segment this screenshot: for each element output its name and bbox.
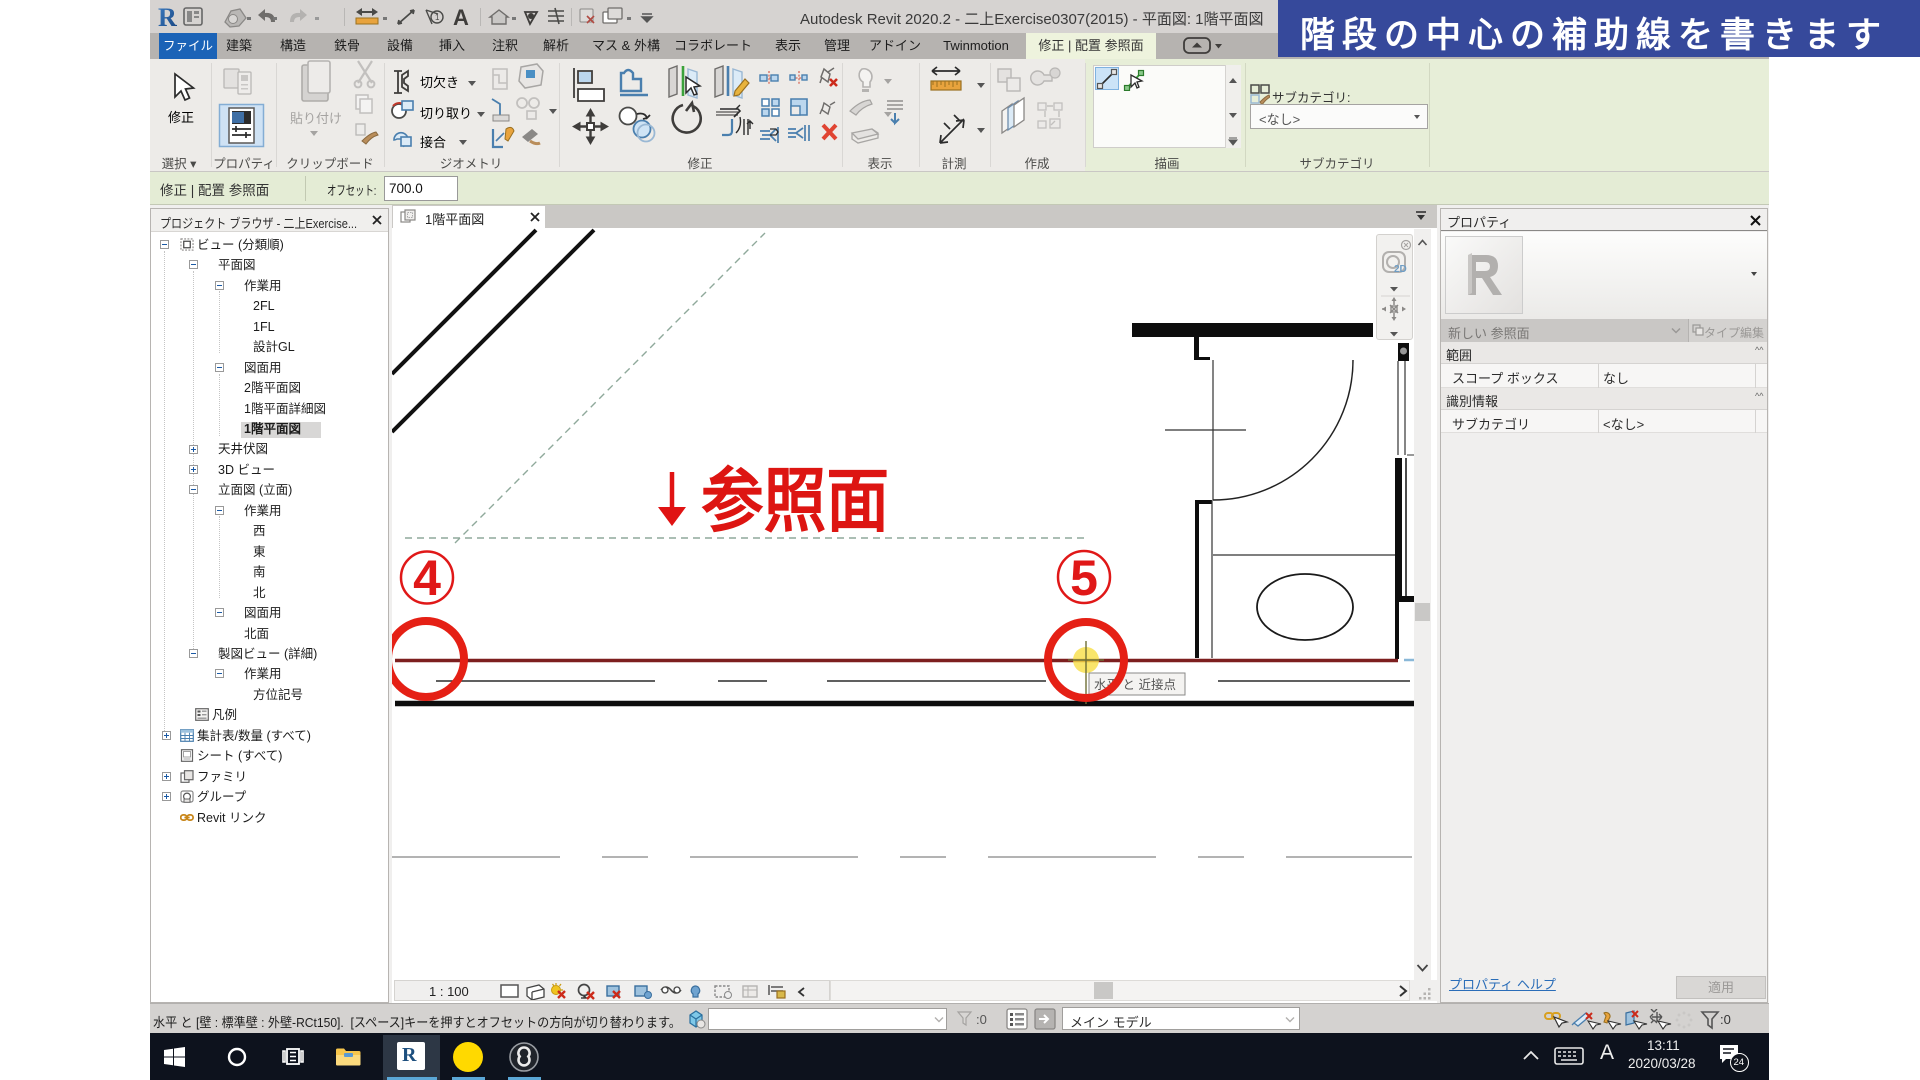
svg-text:参照面: 参照面 bbox=[701, 462, 889, 540]
svg-text:R: R bbox=[158, 3, 177, 32]
svg-text:接合: 接合 bbox=[420, 135, 446, 150]
svg-text:A: A bbox=[453, 5, 469, 30]
svg-text:5: 5 bbox=[1070, 550, 1098, 606]
svg-text:2D: 2D bbox=[1394, 264, 1407, 275]
svg-text:1: 1 bbox=[435, 13, 440, 22]
svg-text:4: 4 bbox=[413, 550, 441, 606]
svg-text:貼り付け: 貼り付け bbox=[290, 111, 342, 126]
svg-text:切り取り: 切り取り bbox=[420, 106, 472, 121]
svg-text:切欠き: 切欠き bbox=[420, 75, 459, 90]
svg-text:修正: 修正 bbox=[168, 110, 194, 125]
